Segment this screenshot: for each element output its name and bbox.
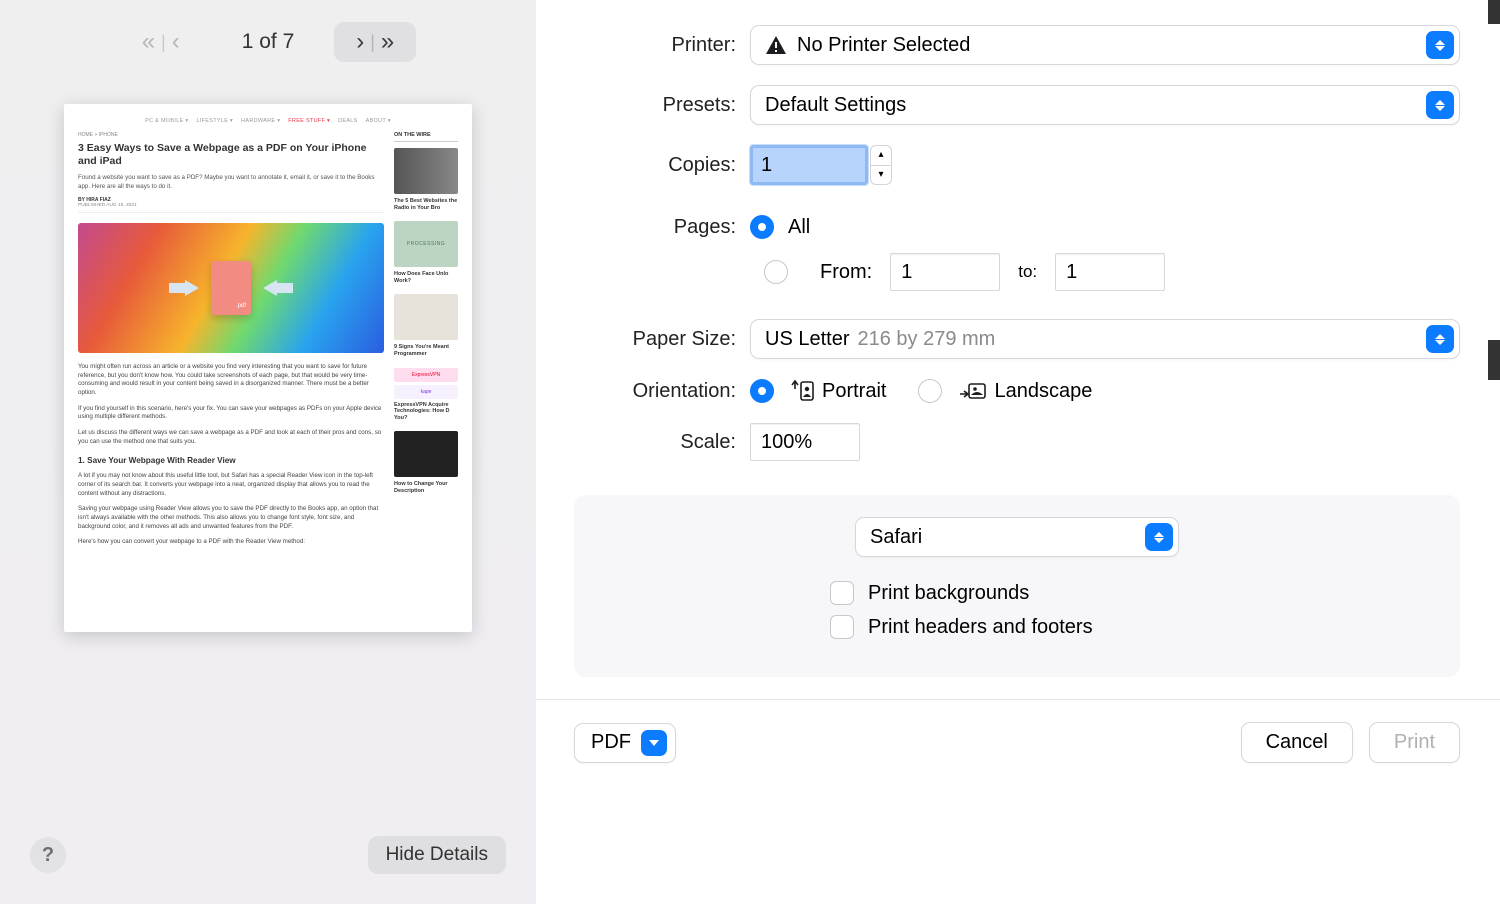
scale-input[interactable] [750, 423, 860, 461]
pages-all-label: All [788, 216, 810, 239]
pages-to-input[interactable] [1055, 253, 1165, 291]
orientation-label: Orientation: [574, 380, 750, 403]
pages-to-label: to: [1018, 262, 1037, 282]
thumb-breadcrumb: HOME > IPHONE [78, 132, 384, 138]
printer-label: Printer: [574, 34, 750, 57]
hide-details-button[interactable]: Hide Details [368, 836, 506, 874]
app-options-value: Safari [870, 526, 922, 549]
scale-label: Scale: [574, 431, 750, 454]
orientation-portrait-radio[interactable] [750, 379, 774, 403]
thumb-nav: PC & MOBILE ▾LIFESTYLE ▾HARDWARE ▾ FREE … [78, 118, 458, 124]
pdf-menu-button[interactable]: PDF [574, 723, 676, 763]
thumb-heading: 1. Save Your Webpage With Reader View [78, 456, 384, 465]
printer-select[interactable]: No Printer Selected [750, 25, 1460, 65]
paper-size-select[interactable]: US Letter 216 by 279 mm [750, 319, 1460, 359]
pages-from-input[interactable] [890, 253, 1000, 291]
print-settings-panel: Printer: No Printer Selected Presets: De… [536, 0, 1500, 904]
pages-from-label: From: [820, 261, 872, 284]
presets-select[interactable]: Default Settings [750, 85, 1460, 125]
preview-nav: « | ‹ 1 of 7 › | » [0, 0, 536, 84]
paper-size-dimensions: 216 by 279 mm [857, 328, 995, 351]
updown-chevron-icon [1426, 91, 1454, 119]
kape-logo: kape [394, 385, 458, 399]
orientation-landscape-radio[interactable] [918, 379, 942, 403]
page-thumbnail[interactable]: PC & MOBILE ▾LIFESTYLE ▾HARDWARE ▾ FREE … [64, 104, 472, 632]
app-options-select[interactable]: Safari [855, 517, 1179, 557]
pdf-doc-icon [211, 261, 251, 315]
thumb-title: 3 Easy Ways to Save a Webpage as a PDF o… [78, 142, 384, 168]
pages-label: Pages: [574, 216, 750, 239]
thumb-side-img [394, 148, 458, 194]
presets-label: Presets: [574, 94, 750, 117]
warning-icon [765, 35, 787, 55]
thumb-side-heading: ON THE WIRE [394, 132, 458, 142]
page-indicator: 1 of 7 [242, 30, 295, 54]
cancel-button[interactable]: Cancel [1241, 722, 1353, 763]
orientation-portrait-label: Portrait [822, 380, 886, 403]
print-headers-footers-label: Print headers and footers [868, 616, 1093, 639]
copies-input[interactable] [750, 145, 868, 185]
thumb-para: You might often run across an article or… [78, 363, 384, 398]
pages-all-radio[interactable] [750, 215, 774, 239]
pdf-label: PDF [591, 731, 631, 754]
app-options-panel: Safari Print backgrounds Print headers a… [574, 495, 1460, 677]
print-backgrounds-label: Print backgrounds [868, 582, 1029, 605]
paper-size-value: US Letter [765, 328, 849, 351]
thumb-published: PUBLISHED AUG 15, 2021 [78, 203, 384, 213]
expressvpn-logo: ExpressVPN [394, 368, 458, 382]
chevron-left-icon: ‹ [172, 30, 180, 54]
print-headers-footers-checkbox[interactable] [830, 615, 854, 639]
copies-stepper: ▴ ▾ [870, 145, 892, 185]
copies-label: Copies: [574, 154, 750, 177]
stepper-up-button[interactable]: ▴ [870, 145, 892, 166]
thumb-side-cap: ExpressVPN Acquire Technologies: How D Y… [394, 402, 458, 422]
thumb-para: Here's how you can convert your webpage … [78, 538, 384, 547]
landscape-icon [956, 380, 986, 402]
thumb-para: Saving your webpage using Reader View al… [78, 505, 384, 531]
thumb-side-img [394, 431, 458, 477]
printer-value: No Printer Selected [797, 34, 970, 57]
thumb-lede: Found a website you want to save as a PD… [78, 174, 384, 191]
thumb-hero-image [78, 223, 384, 353]
thumb-side-cap: 9 Signs You're Meant Programmer [394, 344, 458, 357]
help-button[interactable]: ? [30, 837, 66, 873]
first-prev-page-button[interactable]: « | ‹ [120, 22, 202, 62]
chevron-right-icon: › [356, 30, 364, 54]
print-backgrounds-checkbox[interactable] [830, 581, 854, 605]
thumb-para: A lot if you may not know about this use… [78, 472, 384, 498]
thumb-side-cap: How Does Face Unlo Work? [394, 271, 458, 284]
portrait-icon [788, 379, 814, 403]
stepper-down-button[interactable]: ▾ [870, 166, 892, 186]
updown-chevron-icon [1426, 325, 1454, 353]
thumb-side-cap: How to Change Your Description [394, 481, 458, 494]
thumbnail-area: PC & MOBILE ▾LIFESTYLE ▾HARDWARE ▾ FREE … [0, 84, 536, 836]
thumb-para: Let us discuss the different ways we can… [78, 429, 384, 446]
preview-panel: « | ‹ 1 of 7 › | » PC & MOBILE ▾LIFESTYL… [0, 0, 536, 904]
updown-chevron-icon [1145, 523, 1173, 551]
chevron-down-icon [641, 730, 667, 756]
orientation-landscape-label: Landscape [994, 380, 1092, 403]
thumb-para: If you find yourself in this scenario, h… [78, 405, 384, 422]
pages-range-radio[interactable] [764, 260, 788, 284]
thumb-side-img [394, 294, 458, 340]
window-edge-decoration [1488, 0, 1500, 904]
presets-value: Default Settings [765, 94, 906, 117]
thumb-side-cap: The 5 Best Websites the Radio in Your Br… [394, 198, 458, 211]
next-last-page-button[interactable]: › | » [334, 22, 416, 62]
double-chevron-right-icon: » [381, 30, 394, 54]
thumb-side-img: PROCESSING [394, 221, 458, 267]
double-chevron-left-icon: « [142, 30, 155, 54]
updown-chevron-icon [1426, 31, 1454, 59]
print-button[interactable]: Print [1369, 722, 1460, 763]
paper-size-label: Paper Size: [574, 328, 750, 351]
dialog-footer: PDF Cancel Print [574, 700, 1460, 793]
